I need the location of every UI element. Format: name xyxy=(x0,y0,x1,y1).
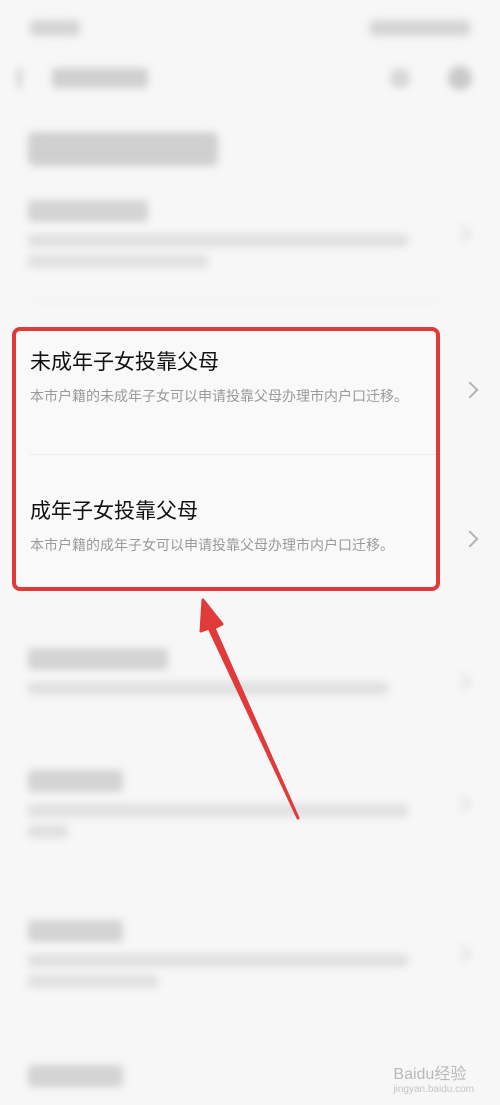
watermark-brand: Baidu经验 xyxy=(393,1066,467,1083)
annotation-arrow xyxy=(199,598,300,820)
watermark: Baidu经验 jingyan.baidu.com xyxy=(393,1060,474,1095)
watermark-url: jingyan.baidu.com xyxy=(393,1084,474,1095)
